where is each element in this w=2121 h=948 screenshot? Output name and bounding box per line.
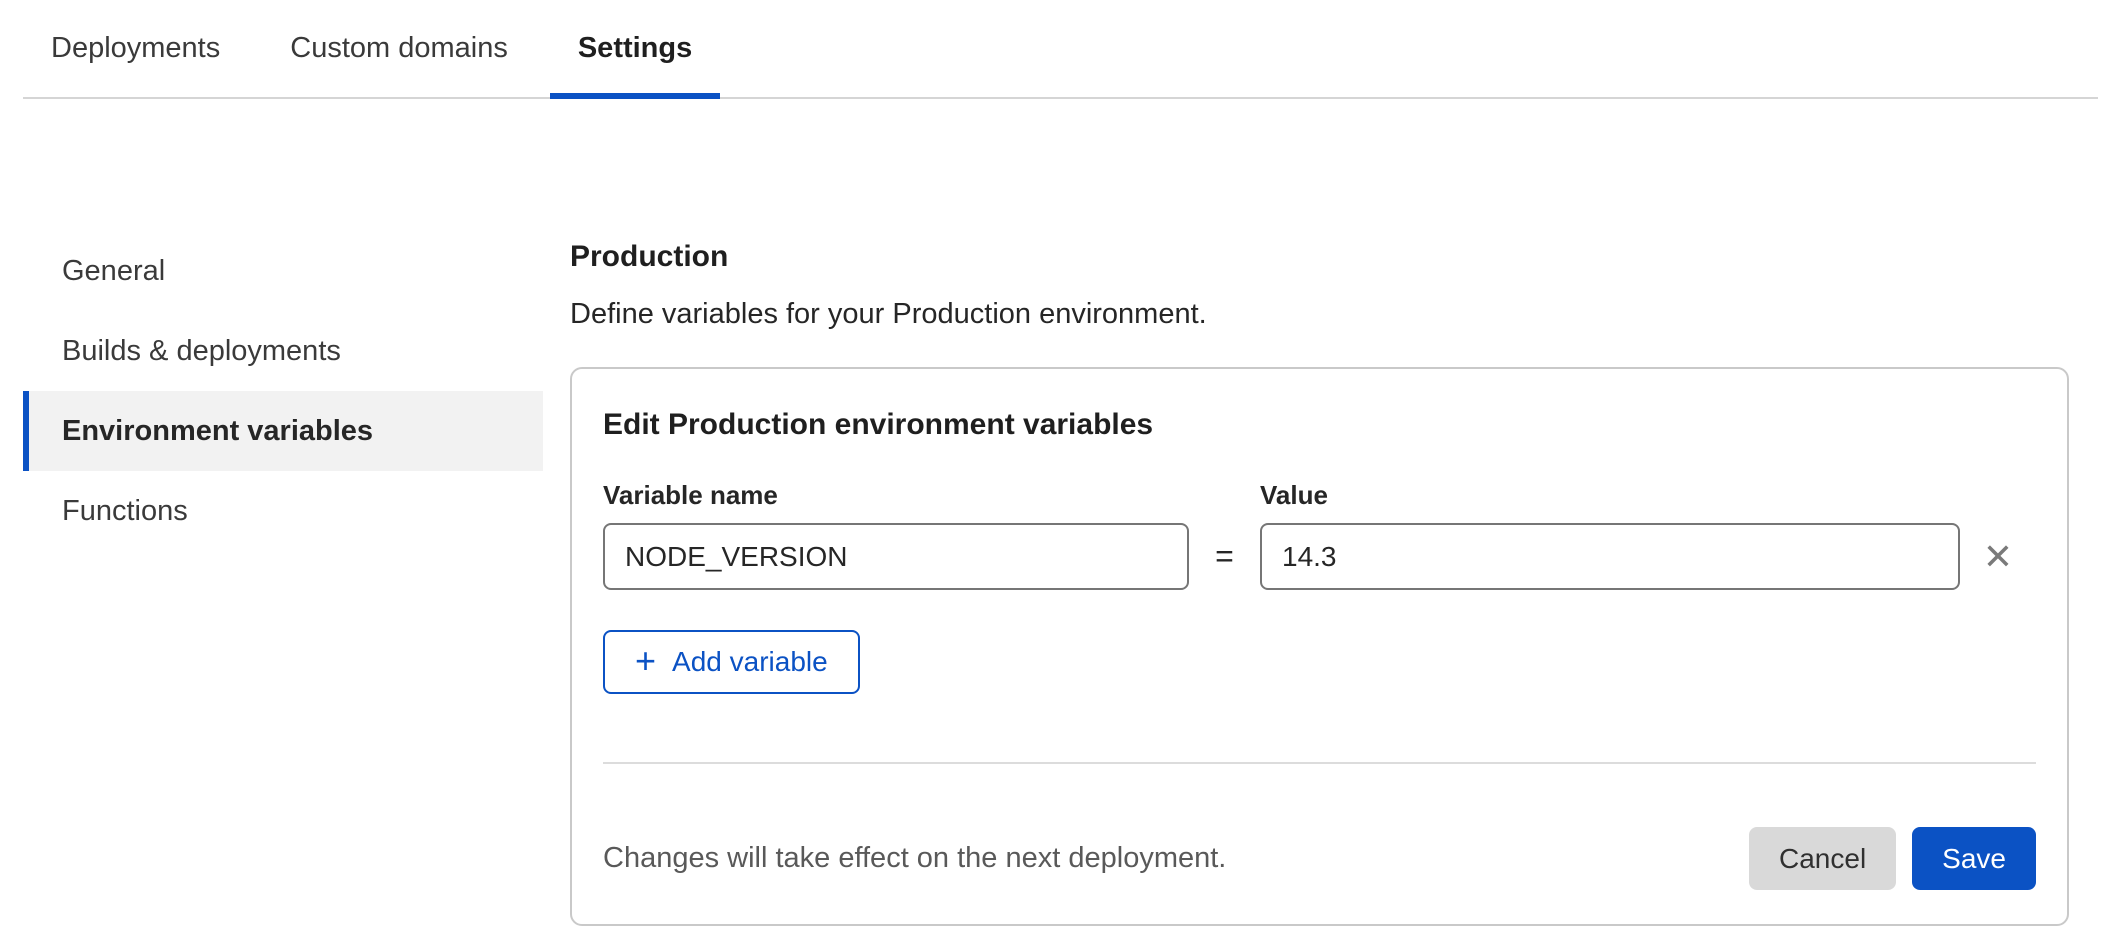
sidebar-item-environment-variables[interactable]: Environment variables: [23, 391, 543, 471]
sidebar-item-functions[interactable]: Functions: [23, 471, 543, 551]
sidebar-item-general[interactable]: General: [23, 231, 543, 311]
card-divider: [603, 762, 2036, 764]
tab-settings[interactable]: Settings: [550, 0, 720, 97]
footer-actions: Cancel Save: [1749, 827, 2036, 890]
tab-custom-domains[interactable]: Custom domains: [262, 0, 536, 97]
variable-name-input[interactable]: [603, 523, 1189, 590]
page-body: General Builds & deployments Environment…: [0, 99, 2121, 926]
close-icon: ✕: [1983, 539, 2013, 575]
cancel-button[interactable]: Cancel: [1749, 827, 1896, 890]
footer-note: Changes will take effect on the next dep…: [603, 842, 1226, 875]
variable-name-label: Variable name: [603, 479, 1189, 511]
save-button[interactable]: Save: [1912, 827, 2036, 890]
sidebar-item-builds-deployments[interactable]: Builds & deployments: [23, 311, 543, 391]
card-title: Edit Production environment variables: [603, 407, 2036, 443]
remove-variable-button[interactable]: ✕: [1960, 523, 2036, 590]
tab-bar: Deployments Custom domains Settings: [23, 0, 2098, 99]
settings-content: Production Define variables for your Pro…: [570, 99, 2121, 926]
section-title: Production: [570, 239, 2121, 275]
settings-sidebar: General Builds & deployments Environment…: [23, 231, 543, 551]
variable-value-input[interactable]: [1260, 523, 1960, 590]
variable-value-label: Value: [1260, 479, 1960, 511]
add-variable-label: Add variable: [672, 646, 828, 678]
add-variable-button[interactable]: + Add variable: [603, 630, 860, 694]
tab-deployments[interactable]: Deployments: [23, 0, 248, 97]
equals-separator: =: [1189, 523, 1260, 590]
section-description: Define variables for your Production env…: [570, 297, 2121, 331]
environment-variables-card: Edit Production environment variables Va…: [570, 367, 2069, 926]
variable-value-field-group: Value: [1260, 479, 1960, 590]
variable-row: Variable name = Value ✕: [603, 479, 2036, 590]
plus-icon: +: [635, 643, 656, 679]
variable-name-field-group: Variable name: [603, 479, 1189, 590]
card-footer: Changes will take effect on the next dep…: [603, 827, 2036, 890]
